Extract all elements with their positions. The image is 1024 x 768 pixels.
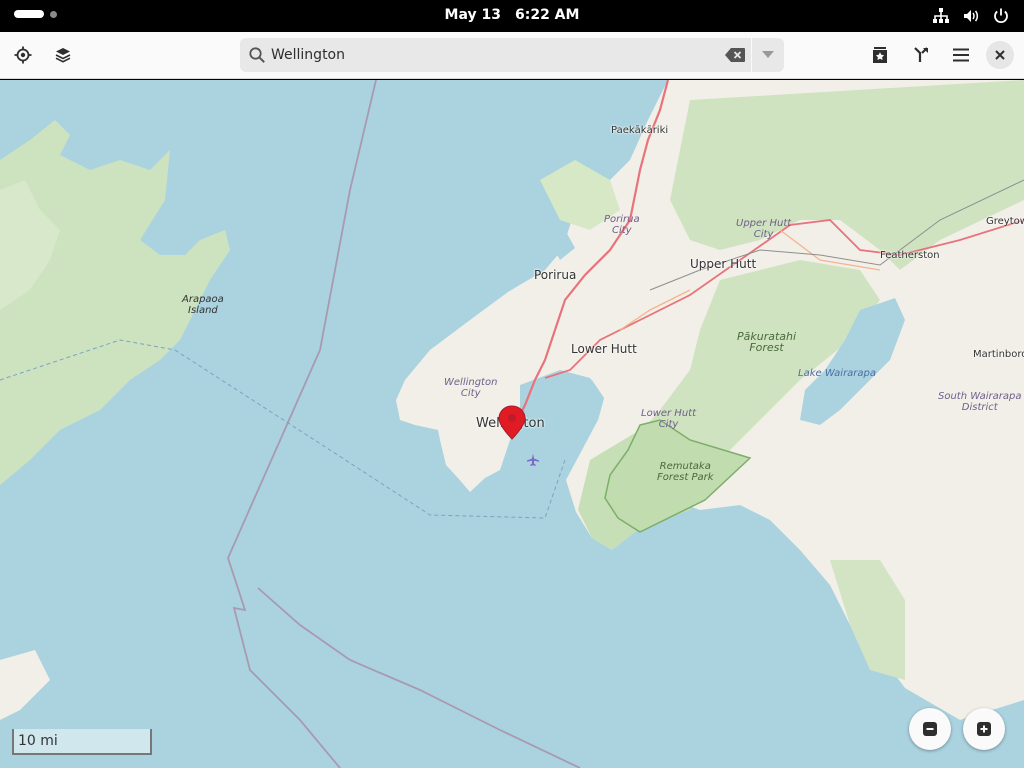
header-bar — [0, 32, 1024, 79]
label-upper-hutt: Upper Hutt — [690, 257, 757, 271]
workspace-active-indicator — [14, 10, 44, 18]
layers-button[interactable] — [47, 39, 79, 71]
search-input[interactable] — [271, 38, 711, 72]
label-featherston: Featherston — [880, 250, 940, 261]
system-top-bar: May 13 6:22 AM — [0, 0, 1024, 32]
label-lake-wairarapa: Lake Wairarapa — [798, 368, 877, 379]
locate-button[interactable] — [7, 39, 39, 71]
activities-indicator[interactable] — [14, 10, 57, 18]
zoom-in-button[interactable] — [963, 708, 1005, 750]
airport-icon — [527, 453, 539, 466]
map-view[interactable]: Paekākāriki Porirua City Porirua Upper H… — [0, 80, 1024, 768]
label-porirua-city: Porirua City — [604, 214, 640, 236]
label-porirua: Porirua — [534, 268, 577, 282]
label-arapaoa-island: Arapaoa Island — [182, 294, 224, 316]
layers-icon — [55, 48, 71, 63]
maritime-boundary — [227, 80, 377, 768]
label-upper-hutt-city: Upper Hutt City — [736, 218, 792, 240]
zoom-out-button[interactable] — [909, 708, 951, 750]
close-icon — [995, 50, 1005, 60]
label-wellington-city: Wellington City — [444, 377, 498, 399]
label-south-wairarapa-district: South Wairarapa District — [938, 391, 1022, 413]
south-island-landmass — [0, 650, 50, 720]
favorites-button[interactable] — [864, 39, 896, 71]
power-icon[interactable] — [992, 7, 1010, 25]
chevron-down-icon — [762, 51, 774, 58]
system-tray[interactable] — [932, 7, 1010, 25]
clock-time[interactable]: 6:22 AM — [515, 7, 579, 23]
label-remutaka-forest-park: Remutaka Forest Park — [657, 461, 714, 483]
clock-date[interactable]: May 13 — [445, 7, 501, 23]
backspace-clear-icon — [725, 48, 745, 62]
label-pakuratahi-forest: Pākuratahi Forest — [737, 330, 797, 354]
maritime-boundary — [257, 587, 581, 768]
map-scale: 10 mi — [12, 729, 152, 755]
search-icon — [249, 47, 265, 63]
menu-icon — [953, 48, 969, 62]
main-menu-button[interactable] — [945, 39, 977, 71]
route-button[interactable] — [905, 39, 937, 71]
label-lower-hutt: Lower Hutt — [571, 342, 637, 356]
zoom-out-icon — [923, 722, 937, 736]
label-martinborough: Martinboro — [973, 349, 1024, 360]
label-greytown: Greytow — [986, 216, 1024, 227]
favorites-icon — [873, 47, 887, 63]
clear-search-button[interactable] — [725, 46, 745, 64]
zoom-in-icon — [977, 722, 991, 736]
workspace-indicator — [50, 10, 57, 18]
scale-label: 10 mi — [18, 733, 58, 749]
volume-icon[interactable] — [962, 7, 980, 25]
label-paekakariki: Paekākāriki — [611, 125, 669, 136]
search-options-dropdown[interactable] — [752, 38, 784, 72]
label-lower-hutt-city: Lower Hutt City — [641, 408, 697, 430]
network-icon[interactable] — [932, 7, 950, 25]
route-icon — [914, 47, 928, 62]
location-pin-icon[interactable] — [497, 405, 527, 441]
search-box[interactable] — [240, 38, 751, 72]
locate-icon — [14, 46, 32, 64]
close-window-button[interactable] — [986, 41, 1014, 69]
clock[interactable]: May 13 6:22 AM — [0, 7, 1024, 23]
